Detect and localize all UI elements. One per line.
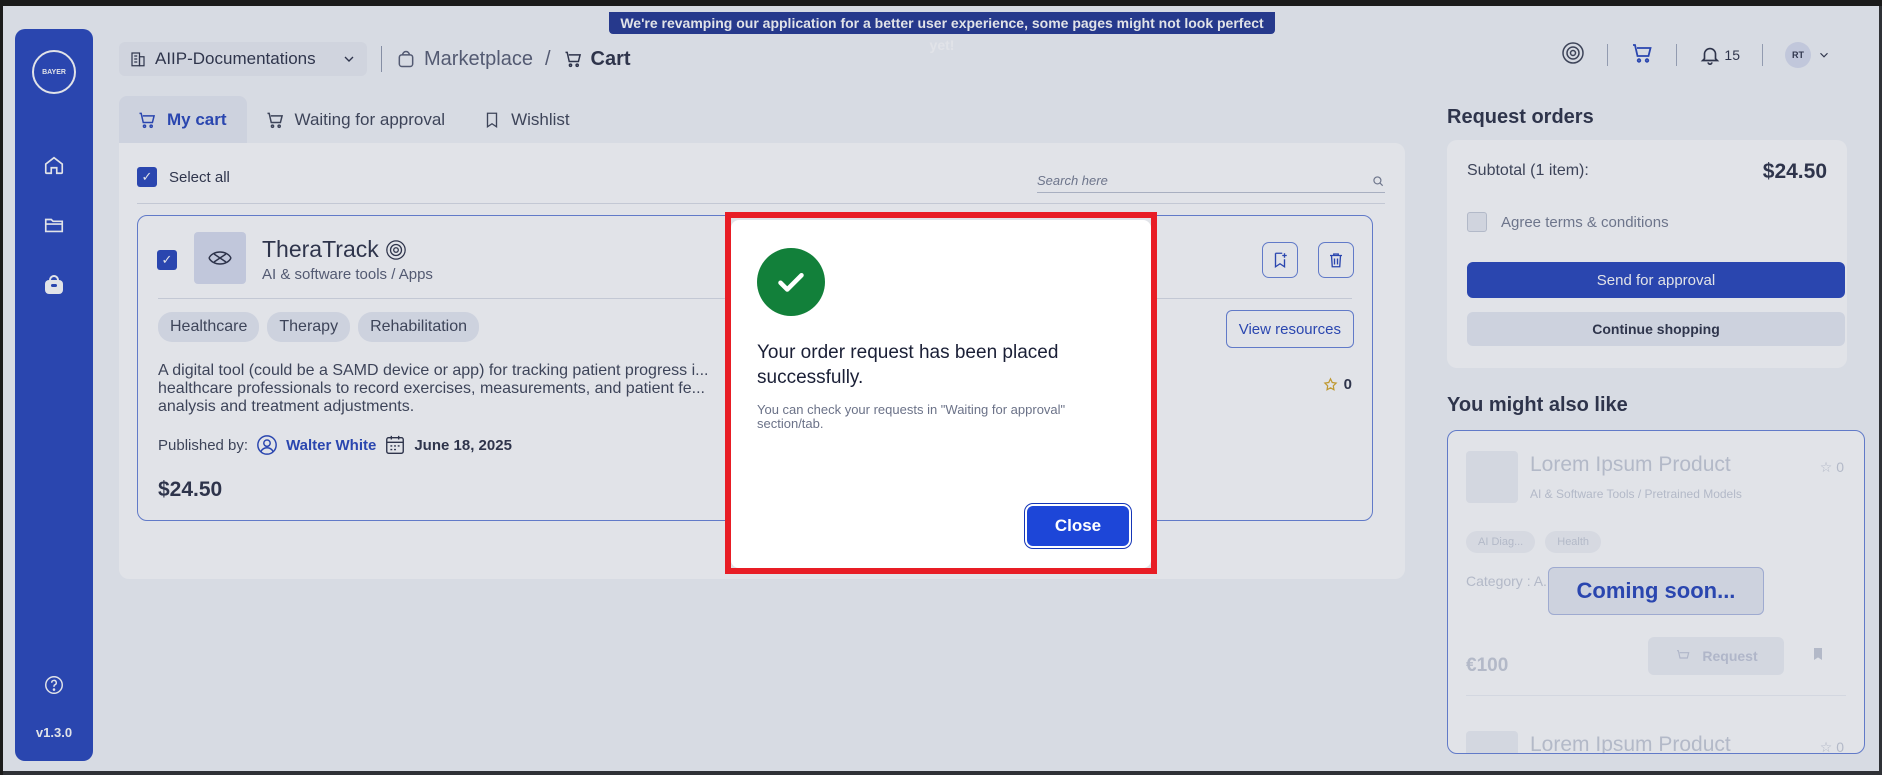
success-check-icon: [757, 248, 825, 316]
dialog-title: Your order request has been placed succe…: [757, 342, 1059, 388]
app-window: We're revamping our application for a be…: [0, 0, 1882, 775]
close-button[interactable]: Close: [1027, 506, 1129, 546]
dialog-message: You can check your requests in "Waiting …: [757, 402, 1066, 431]
success-dialog: Your order request has been placed succe…: [731, 220, 1151, 568]
